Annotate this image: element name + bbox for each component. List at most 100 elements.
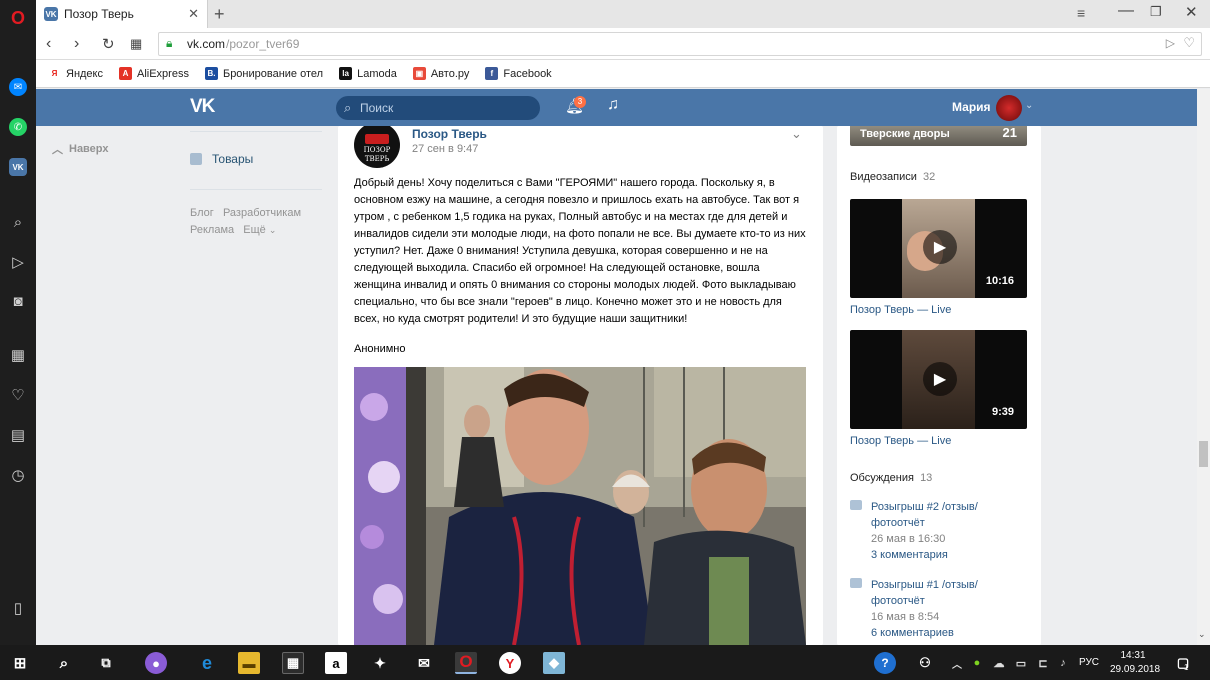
opera-logo-icon[interactable]: O xyxy=(8,8,28,28)
camera-icon[interactable]: ◙ xyxy=(8,291,28,311)
video-thumbnail[interactable]: ▶ 10:16 xyxy=(850,199,1027,298)
video-title[interactable]: Позор Тверь — Live xyxy=(850,435,951,447)
tray-app-icon[interactable]: ● xyxy=(966,652,988,674)
back-icon[interactable]: ‹ xyxy=(46,35,51,53)
address-bar[interactable]: 🔒︎ vk.com /pozor_tver69 ▷ ♡ xyxy=(158,32,1202,56)
bookmark-item[interactable]: ▣ Авто.ру xyxy=(412,67,469,80)
snap-icon[interactable]: ▷ xyxy=(1166,36,1175,50)
bookmark-favicon-icon: A xyxy=(119,67,132,80)
bookmark-item[interactable]: f Facebook xyxy=(485,67,552,80)
user-name[interactable]: Мария xyxy=(952,100,991,114)
network-icon[interactable]: ⊏ xyxy=(1032,652,1054,674)
scrollbar-thumb[interactable] xyxy=(1199,441,1208,467)
footer-link-blog[interactable]: Блог xyxy=(190,207,214,219)
messenger-icon[interactable]: ✉ xyxy=(9,78,27,96)
search-icon[interactable]: ⌕ xyxy=(8,212,28,232)
footer-link-dev[interactable]: Разработчикам xyxy=(223,207,301,219)
back-to-top[interactable]: ︿ Наверх xyxy=(52,141,109,157)
url-host: vk.com xyxy=(187,37,226,51)
volume-icon[interactable]: ♪ xyxy=(1052,652,1074,674)
chevron-down-icon[interactable]: ⌄ xyxy=(1025,100,1033,111)
album-thumbnail[interactable]: Тверские дворы 21 xyxy=(850,126,1027,146)
search-icon[interactable]: ⌕ xyxy=(53,652,75,674)
discussion-item[interactable]: Розыгрыш #1 /отзыв/ фотоотчёт 16 мая в 8… xyxy=(871,577,1031,641)
send-icon[interactable]: ▷ xyxy=(8,252,28,272)
post-menu-chevron-icon[interactable]: ⌄ xyxy=(791,126,802,142)
battery-icon[interactable]: ▭ xyxy=(1010,652,1032,674)
heart-icon[interactable]: ♡ xyxy=(8,385,28,405)
speed-dial-icon[interactable]: ▦ xyxy=(8,345,28,365)
bookmark-item[interactable]: Я Яндекс xyxy=(48,67,103,80)
music-icon[interactable]: ♫ xyxy=(607,96,619,114)
tabs-grid-icon[interactable]: ▦ xyxy=(130,36,142,52)
help-icon[interactable]: ? xyxy=(874,652,896,674)
mail-icon[interactable]: ✉ xyxy=(413,652,435,674)
minimize-button[interactable]: — xyxy=(1118,2,1134,20)
tab-menu-icon[interactable]: ≡ xyxy=(1077,5,1085,21)
footer-link-more[interactable]: Ещё xyxy=(243,224,266,236)
action-center-icon[interactable]: ▢ xyxy=(1172,652,1194,674)
news-icon[interactable]: ▤ xyxy=(8,425,28,445)
clock[interactable]: 14:31 29.09.2018 xyxy=(1110,649,1160,677)
discussion-comments[interactable]: 3 комментария xyxy=(871,547,1031,563)
store-icon[interactable]: ▦ xyxy=(282,652,304,674)
post-author[interactable]: Позор Тверь xyxy=(412,127,487,141)
discussion-title-line2: фотоотчёт xyxy=(871,517,925,529)
reload-icon[interactable]: ↻ xyxy=(102,35,115,53)
windows-start-icon[interactable]: ⊞ xyxy=(9,652,31,674)
tab-active[interactable]: VK Позор Тверь ✕ xyxy=(36,0,208,28)
post-author-avatar[interactable]: ПОЗОР ТВЕРЬ xyxy=(354,126,400,168)
bookmark-item[interactable]: B. Бронирование отел xyxy=(204,67,323,80)
video-thumbnail[interactable]: ▶ 9:39 xyxy=(850,330,1027,429)
language-indicator[interactable]: РУС xyxy=(1079,657,1099,668)
forward-icon[interactable]: › xyxy=(74,35,79,53)
edge-icon[interactable]: e xyxy=(196,652,218,674)
history-icon[interactable]: ◷ xyxy=(8,465,28,485)
app-icon[interactable]: ◆ xyxy=(543,652,565,674)
dropbox-icon[interactable]: ✦ xyxy=(369,652,391,674)
topic-icon xyxy=(850,500,862,510)
discussion-comments[interactable]: 6 комментариев xyxy=(871,625,1031,641)
play-icon[interactable]: ▶ xyxy=(923,362,957,396)
alice-icon[interactable]: ● xyxy=(145,652,167,674)
onedrive-icon[interactable]: ☁ xyxy=(988,652,1010,674)
restore-button[interactable]: ❐ xyxy=(1150,4,1162,20)
people-icon[interactable]: ⚇ xyxy=(914,652,936,674)
scroll-down-arrow-icon[interactable]: ⌄ xyxy=(1198,629,1206,640)
close-tab-icon[interactable]: ✕ xyxy=(188,6,199,22)
footer-link-ads[interactable]: Реклама xyxy=(190,224,234,236)
play-icon[interactable]: ▶ xyxy=(923,230,957,264)
bookmark-heart-icon[interactable]: ♡ xyxy=(1183,35,1195,51)
close-window-button[interactable]: ✕ xyxy=(1185,3,1198,21)
vk-sidebar-icon[interactable]: VK xyxy=(9,158,27,176)
new-tab-button[interactable]: + xyxy=(214,4,225,25)
post-date[interactable]: 27 сен в 9:47 xyxy=(412,143,478,155)
amazon-icon[interactable]: a xyxy=(325,652,347,674)
opera-taskbar-icon[interactable]: O xyxy=(455,652,477,674)
avatar-text: ПОЗОР ТВЕРЬ xyxy=(363,146,391,163)
explorer-icon[interactable]: ▬ xyxy=(238,652,260,674)
discussion-title-line1: Розыгрыш #1 /отзыв/ xyxy=(871,579,978,591)
bag-icon xyxy=(190,153,202,165)
tray-chevron-up-icon[interactable]: ︿ xyxy=(946,652,968,674)
whatsapp-icon[interactable]: ✆ xyxy=(9,118,27,136)
nav-item-goods[interactable]: Товары xyxy=(190,152,253,166)
vk-logo[interactable]: VK xyxy=(190,96,215,118)
page-scrollbar[interactable]: ⌄ xyxy=(1197,89,1210,645)
discussion-item[interactable]: Розыгрыш #2 /отзыв/ фотоотчёт 26 мая в 1… xyxy=(871,499,1031,563)
videos-header[interactable]: Видеозаписи 32 xyxy=(850,171,935,183)
bookmarks-bar: Я Яндекс A AliExpress B. Бронирование отел la L… xyxy=(36,60,1210,88)
user-avatar[interactable] xyxy=(996,95,1022,121)
task-view-icon[interactable]: ⧉ xyxy=(95,652,117,674)
search-input[interactable]: ⌕ Поиск xyxy=(336,96,540,120)
chevron-down-icon[interactable]: ⌄ xyxy=(269,225,277,235)
yandex-browser-icon[interactable]: Y xyxy=(499,652,521,674)
discussions-header[interactable]: Обсуждения 13 xyxy=(850,472,932,484)
notif-badge: 3 xyxy=(574,96,586,108)
bookmark-item[interactable]: A AliExpress xyxy=(119,67,189,80)
clock-time: 14:31 xyxy=(1120,650,1146,661)
post-photo[interactable] xyxy=(354,367,806,645)
video-title[interactable]: Позор Тверь — Live xyxy=(850,304,951,316)
bookmark-item[interactable]: la Lamoda xyxy=(339,67,397,80)
sidebar-toggle-icon[interactable]: ▯ xyxy=(8,598,28,618)
